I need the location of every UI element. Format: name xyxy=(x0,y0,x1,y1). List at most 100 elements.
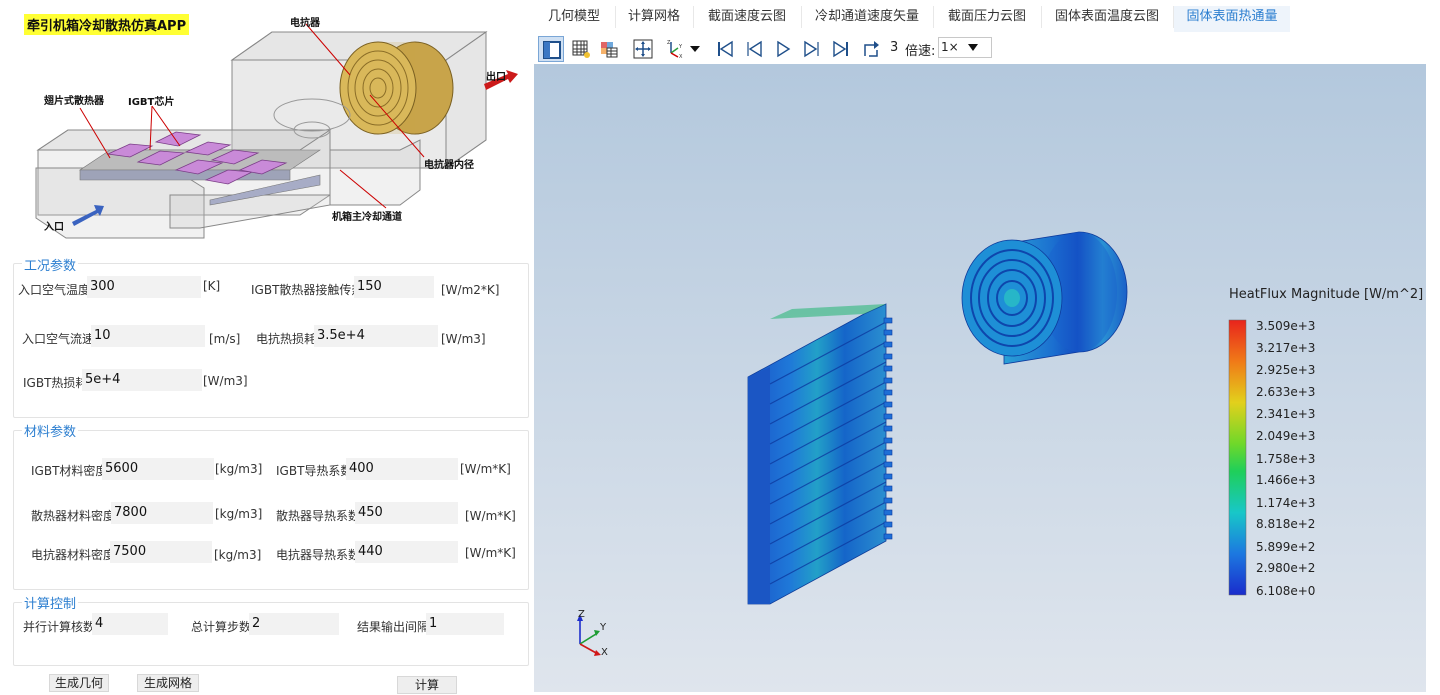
steps-label: 总计算步数 xyxy=(191,620,252,634)
compute-button[interactable]: 计算 xyxy=(397,676,457,694)
last-frame-icon[interactable] xyxy=(828,36,854,62)
materials-title: 材料参数 xyxy=(22,421,79,440)
tab-section-velocity[interactable]: 截面速度云图 xyxy=(694,6,800,32)
steps-input[interactable]: 2 xyxy=(249,613,339,635)
tab-geometry[interactable]: 几何模型 xyxy=(534,6,614,32)
legend-label: 1.758e+3 xyxy=(1256,452,1316,466)
tab-surface-temperature[interactable]: 固体表面温度云图 xyxy=(1042,6,1172,32)
control-title: 计算控制 xyxy=(22,593,79,612)
tab-channel-vectors[interactable]: 冷却通道速度矢量 xyxy=(802,6,932,32)
inlet-temp-unit: [K] xyxy=(203,279,221,293)
parameter-panel: 牵引机箱冷却散热仿真APP 电抗器 出口 翅片式散热器 IGBT芯片 电抗器内径… xyxy=(0,0,534,695)
cores-input[interactable]: 4 xyxy=(92,613,168,635)
igbt-density-unit: [kg/m3] xyxy=(215,462,263,476)
legend-label: 8.818e+2 xyxy=(1256,517,1316,531)
play-icon[interactable] xyxy=(770,36,796,62)
speed-label: 倍速: xyxy=(905,44,936,59)
interval-label: 结果输出间隔 xyxy=(357,620,430,634)
rad-density-input[interactable]: 7800 xyxy=(111,502,213,524)
legend-colorbar xyxy=(1228,319,1247,596)
reactor-loss-unit: [W/m3] xyxy=(441,332,486,346)
label-igbt-chip: IGBT芯片 xyxy=(128,97,175,108)
igbt-contact-unit: [W/m2*K] xyxy=(441,283,500,297)
app-title: 牵引机箱冷却散热仿真APP xyxy=(24,14,190,35)
legend-title: HeatFlux Magnitude [W/m^2] xyxy=(1229,287,1424,302)
inlet-temp-input[interactable]: 300 xyxy=(87,276,201,298)
label-inlet: 入口 xyxy=(44,222,64,233)
rad-density-label: 散热器材料密度 xyxy=(31,509,116,523)
axes-orientation-icon[interactable]: Z YX xyxy=(662,36,688,62)
conditions-title: 工况参数 xyxy=(22,255,79,274)
fit-view-icon[interactable] xyxy=(630,36,656,62)
inlet-speed-input[interactable]: 10 xyxy=(91,325,205,347)
reactor-loss-input[interactable]: 3.5e+4 xyxy=(314,325,438,347)
inlet-speed-label: 入口空气流速 xyxy=(22,332,95,346)
speed-select[interactable]: 1× xyxy=(938,37,992,58)
igbt-loss-unit: [W/m3] xyxy=(203,374,248,388)
label-outlet: 出口 xyxy=(486,72,506,83)
3d-viewport[interactable]: Z Y X HeatFlux Magnitude [W/m^2] 3.509e+… xyxy=(534,64,1426,692)
next-frame-icon[interactable] xyxy=(799,36,825,62)
rad-k-input[interactable]: 450 xyxy=(355,502,458,524)
igbt-k-label: IGBT导热系数 xyxy=(276,464,353,478)
frame-number: 3 xyxy=(890,40,899,55)
tab-surface-heatflux[interactable]: 固体表面热通量 xyxy=(1174,6,1290,32)
legend-label: 1.174e+3 xyxy=(1256,496,1316,510)
label-fin-radiator: 翅片式散热器 xyxy=(44,96,104,107)
tab-section-pressure[interactable]: 截面压力云图 xyxy=(934,6,1040,32)
inlet-speed-unit: [m/s] xyxy=(209,332,241,346)
dropdown-arrow-icon[interactable] xyxy=(686,36,702,62)
interval-input[interactable]: 1 xyxy=(426,613,504,635)
generate-mesh-button[interactable]: 生成网格 xyxy=(137,674,199,692)
inlet-temp-label: 入口空气温度 xyxy=(18,283,91,297)
igbt-loss-label: IGBT热损耗 xyxy=(23,376,88,390)
chevron-down-icon xyxy=(968,44,978,51)
generate-geometry-button[interactable]: 生成几何 xyxy=(49,674,109,692)
reac-k-label: 电抗器导热系数 xyxy=(276,548,361,562)
reac-k-unit: [W/m*K] xyxy=(465,546,516,560)
reactor-loss-label: 电抗热损耗 xyxy=(256,332,317,346)
legend-label: 2.633e+3 xyxy=(1256,385,1316,399)
igbt-contact-label: IGBT散热器接触传热 xyxy=(251,283,364,297)
reac-density-label: 电抗器材料密度 xyxy=(31,548,116,562)
label-reactor-inner: 电抗器内径 xyxy=(424,160,474,171)
legend-label: 2.049e+3 xyxy=(1256,429,1316,443)
legend-label: 1.466e+3 xyxy=(1256,473,1316,487)
cores-label: 并行计算核数 xyxy=(23,620,96,634)
mesh-view-icon[interactable] xyxy=(568,36,594,62)
label-reactor: 电抗器 xyxy=(290,18,320,29)
legend-label: 2.925e+3 xyxy=(1256,363,1316,377)
tab-mesh[interactable]: 计算网格 xyxy=(616,6,692,32)
legend-label: 3.217e+3 xyxy=(1256,341,1316,355)
reac-k-input[interactable]: 440 xyxy=(355,541,458,563)
surface-view-icon[interactable] xyxy=(538,36,564,62)
result-tabs: 几何模型 计算网格 截面速度云图 冷却通道速度矢量 截面压力云图 固体表面温度云… xyxy=(534,0,1440,32)
legend-label: 3.509e+3 xyxy=(1256,319,1316,333)
rad-density-unit: [kg/m3] xyxy=(215,507,263,521)
speed-select-value: 1× xyxy=(941,40,959,54)
color-map-icon[interactable] xyxy=(596,36,622,62)
igbt-contact-input[interactable]: 150 xyxy=(354,276,434,298)
prev-frame-icon[interactable] xyxy=(741,36,767,62)
legend-label: 2.980e+2 xyxy=(1256,561,1316,575)
igbt-k-unit: [W/m*K] xyxy=(460,462,511,476)
reac-density-input[interactable]: 7500 xyxy=(110,541,212,563)
legend-label: 6.108e+0 xyxy=(1256,584,1316,598)
legend-label: 5.899e+2 xyxy=(1256,540,1316,554)
loop-icon[interactable] xyxy=(858,36,884,62)
svg-text:Z: Z xyxy=(667,40,671,46)
legend-label: 2.341e+3 xyxy=(1256,407,1316,421)
svg-text:X: X xyxy=(679,54,683,59)
igbt-density-input[interactable]: 5600 xyxy=(102,458,214,480)
igbt-loss-input[interactable]: 5e+4 xyxy=(82,369,202,391)
rad-k-label: 散热器导热系数 xyxy=(276,509,361,523)
rad-k-unit: [W/m*K] xyxy=(465,509,516,523)
axis-y-label: Y xyxy=(600,622,607,633)
svg-text:Y: Y xyxy=(678,44,683,50)
first-frame-icon[interactable] xyxy=(712,36,738,62)
cooling-box-schematic xyxy=(35,23,518,239)
igbt-k-input[interactable]: 400 xyxy=(346,458,458,480)
reac-density-unit: [kg/m3] xyxy=(214,548,262,562)
axis-z-label: Z xyxy=(578,609,585,620)
axis-x-label: X xyxy=(601,647,608,658)
